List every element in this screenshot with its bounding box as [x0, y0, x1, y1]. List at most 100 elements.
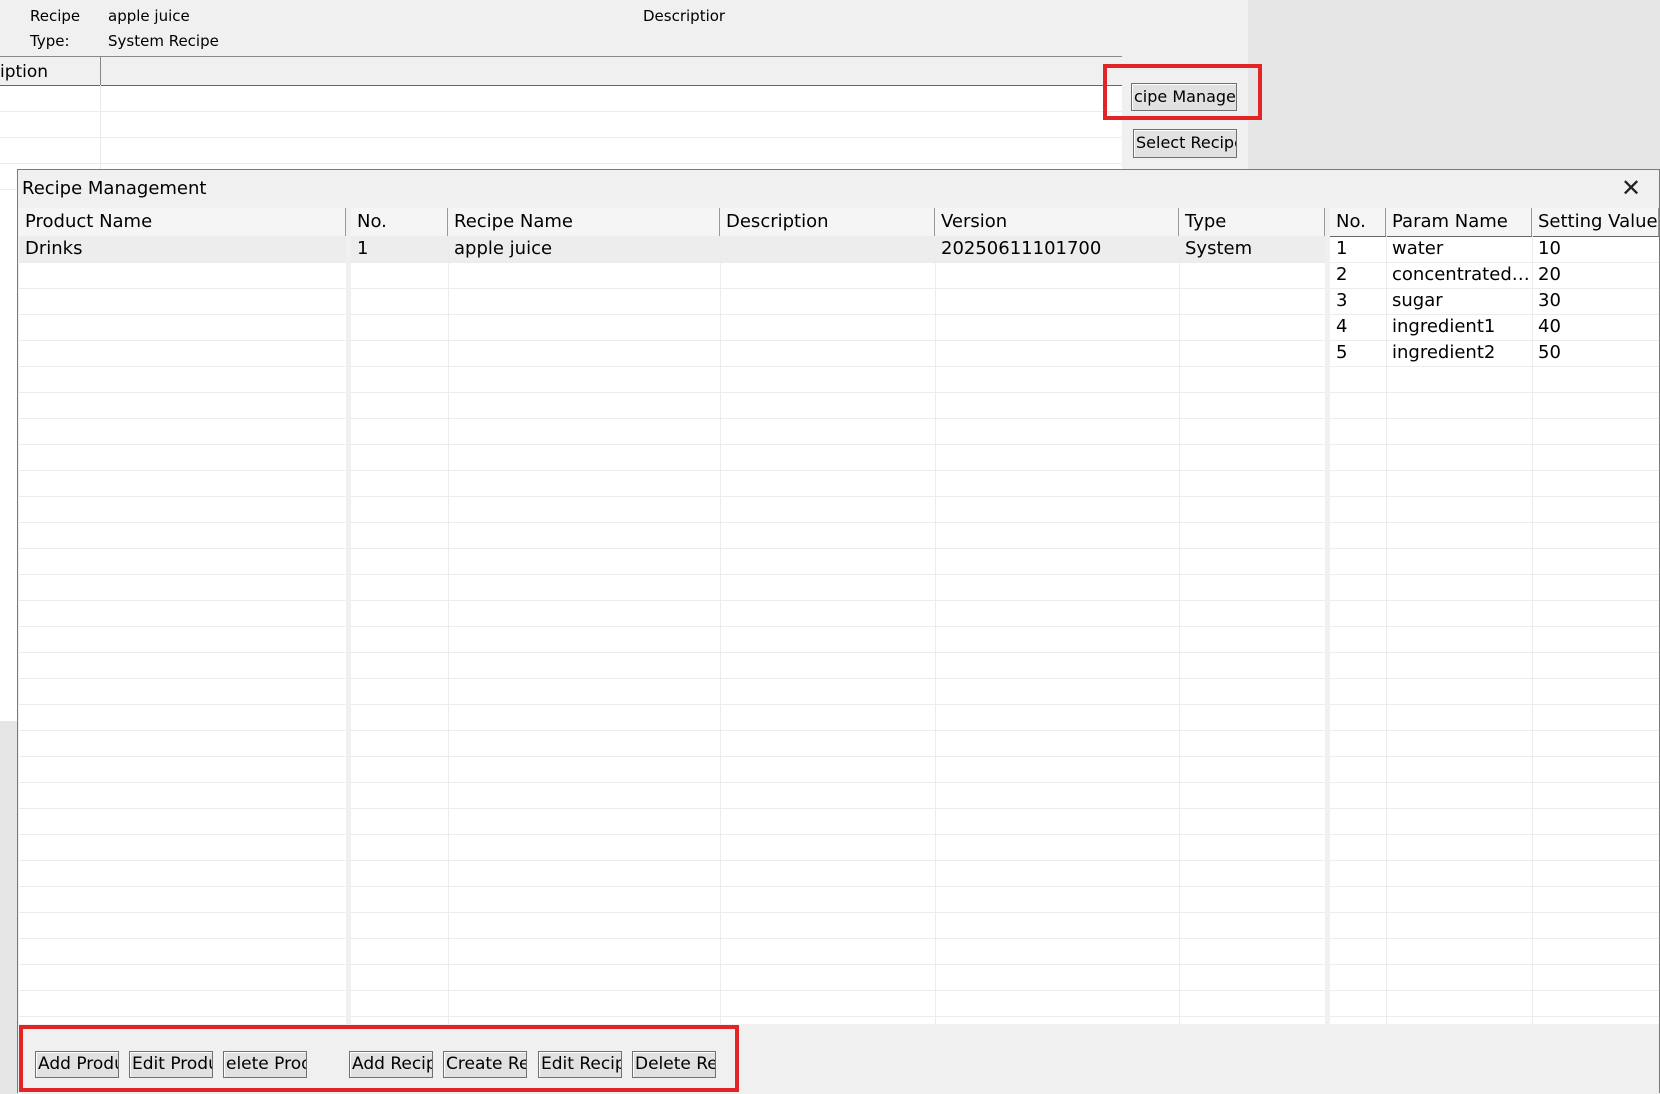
column-header-description[interactable]: Description — [720, 208, 935, 236]
recipe-type-cell: System — [1185, 238, 1253, 259]
setting-value-cell: 40 — [1538, 316, 1561, 337]
grid-row-line — [19, 834, 346, 835]
grid-row-line — [1330, 730, 1659, 731]
grid-row-line — [1330, 444, 1659, 445]
grid-column-line — [1532, 236, 1533, 1024]
grid-row-line — [1330, 756, 1659, 757]
table-row[interactable]: 2 concentrated s... 20 — [1330, 262, 1659, 288]
select-recipe-button[interactable]: Select Recipe — [1133, 129, 1237, 158]
grid-row-line — [19, 418, 346, 419]
create-recipe-button[interactable]: Create Recip — [443, 1051, 527, 1078]
grid-row-line — [1330, 262, 1659, 263]
delete-recipe-button[interactable]: Delete Recip — [632, 1051, 716, 1078]
recipe-description-cell — [720, 236, 935, 262]
edit-recipe-button[interactable]: Edit Recipe — [538, 1051, 622, 1078]
recipe-grid[interactable]: No. Recipe Name Description Version Type… — [351, 208, 1325, 1024]
product-grid-header: Product Name — [19, 208, 346, 237]
product-grid[interactable]: Product Name Drinks — [19, 208, 346, 1024]
grid-row-line — [19, 678, 346, 679]
param-no-cell: 5 — [1336, 342, 1348, 363]
grid-row-line — [19, 366, 346, 367]
setting-value-cell: 20 — [1538, 264, 1561, 285]
column-header-setting-value[interactable]: Setting Value — [1532, 208, 1659, 236]
add-product-button[interactable]: Add Produc — [35, 1051, 119, 1078]
grid-row-line — [1330, 1016, 1659, 1017]
column-header-version[interactable]: Version — [935, 208, 1179, 236]
grid-row-line — [1330, 938, 1659, 939]
setting-value-cell: 10 — [1538, 238, 1561, 259]
grid-row-line — [1330, 834, 1659, 835]
column-header-recipe-name[interactable]: Recipe Name — [448, 208, 720, 236]
grid-row-line — [1330, 314, 1659, 315]
grid-row-line — [19, 574, 346, 575]
grid-row-line — [19, 626, 346, 627]
grid-row-line — [1330, 496, 1659, 497]
recipe-no-cell: 1 — [357, 238, 369, 259]
grid-column-line — [1179, 236, 1180, 1024]
grid-row-line — [19, 964, 346, 965]
grid-row-line — [19, 314, 346, 315]
column-header-type[interactable]: Type — [1179, 208, 1325, 236]
grid-row-line — [19, 990, 346, 991]
recipe-label: Recipe — [30, 7, 81, 25]
grid-column-line — [1386, 236, 1387, 1024]
recipe-name-cell: apple juice — [454, 238, 553, 259]
close-icon[interactable]: ✕ — [1617, 174, 1645, 202]
table-row[interactable]: 5 ingredient2 50 — [1330, 340, 1659, 366]
grid-row-line — [1330, 912, 1659, 913]
grid-row-line — [19, 652, 346, 653]
param-name-cell: water — [1392, 238, 1444, 259]
grid-row-line — [19, 704, 346, 705]
recipe-management-button[interactable]: cipe Manageme — [1131, 83, 1237, 111]
grid-row-line — [1330, 600, 1659, 601]
grid-row-line — [1330, 548, 1659, 549]
column-header-no[interactable]: No. — [351, 208, 448, 236]
grid-column-line — [935, 236, 936, 1024]
grid-row-line — [19, 808, 346, 809]
grid-row-line — [19, 756, 346, 757]
setting-value-cell: 50 — [1538, 342, 1561, 363]
grid-row-line — [1330, 574, 1659, 575]
recipe-management-dialog: Recipe Management ✕ Product Name Drinks … — [17, 169, 1660, 1094]
grid-row-line — [1330, 704, 1659, 705]
dialog-title: Recipe Management — [22, 178, 207, 199]
grid-row-line — [19, 548, 346, 549]
param-grid-header: No. Param Name Setting Value — [1330, 208, 1659, 237]
delete-product-button[interactable]: elete Produ — [223, 1051, 307, 1078]
grid-row-line — [19, 496, 346, 497]
table-row[interactable]: 4 ingredient1 40 — [1330, 314, 1659, 340]
param-grid[interactable]: No. Param Name Setting Value 1 water 10 2 co… — [1330, 208, 1659, 1024]
grid-row-line — [19, 392, 346, 393]
type-label: Type: — [30, 32, 70, 50]
product-name-cell: Drinks — [25, 238, 83, 259]
grid-row-line — [19, 730, 346, 731]
grid-row-line — [19, 1016, 346, 1017]
recipe-grid-header: No. Recipe Name Description Version Type — [351, 208, 1325, 237]
grid-row-line — [1330, 418, 1659, 419]
column-header-product-name[interactable]: Product Name — [19, 208, 346, 236]
grid-row-line — [1330, 392, 1659, 393]
grid-row-line — [19, 340, 346, 341]
recipe-version-cell: 20250611101700 — [941, 238, 1102, 259]
grid-row-line — [1330, 990, 1659, 991]
recipe-value: apple juice — [108, 7, 190, 25]
table-row[interactable]: 3 sugar 30 — [1330, 288, 1659, 314]
add-recipe-button[interactable]: Add Recipe — [349, 1051, 433, 1078]
grid-row-line — [1330, 626, 1659, 627]
param-name-cell: concentrated s... — [1392, 264, 1532, 285]
grid-row-line — [1330, 470, 1659, 471]
grid-row-line — [19, 938, 346, 939]
grid-row-line — [1330, 678, 1659, 679]
grid-column-line — [448, 236, 449, 1024]
param-name-cell: ingredient2 — [1392, 342, 1496, 363]
param-no-cell: 1 — [1336, 238, 1348, 259]
grid-row-line — [1330, 652, 1659, 653]
grid-row-line — [1330, 886, 1659, 887]
edit-product-button[interactable]: Edit Product — [129, 1051, 213, 1078]
column-header-param-name[interactable]: Param Name — [1386, 208, 1532, 236]
column-header-param-no[interactable]: No. — [1330, 208, 1386, 236]
setting-value-cell: 30 — [1538, 290, 1561, 311]
table-row[interactable]: 1 water 10 — [1330, 236, 1659, 262]
grid-row-line — [19, 522, 346, 523]
param-no-cell: 4 — [1336, 316, 1348, 337]
